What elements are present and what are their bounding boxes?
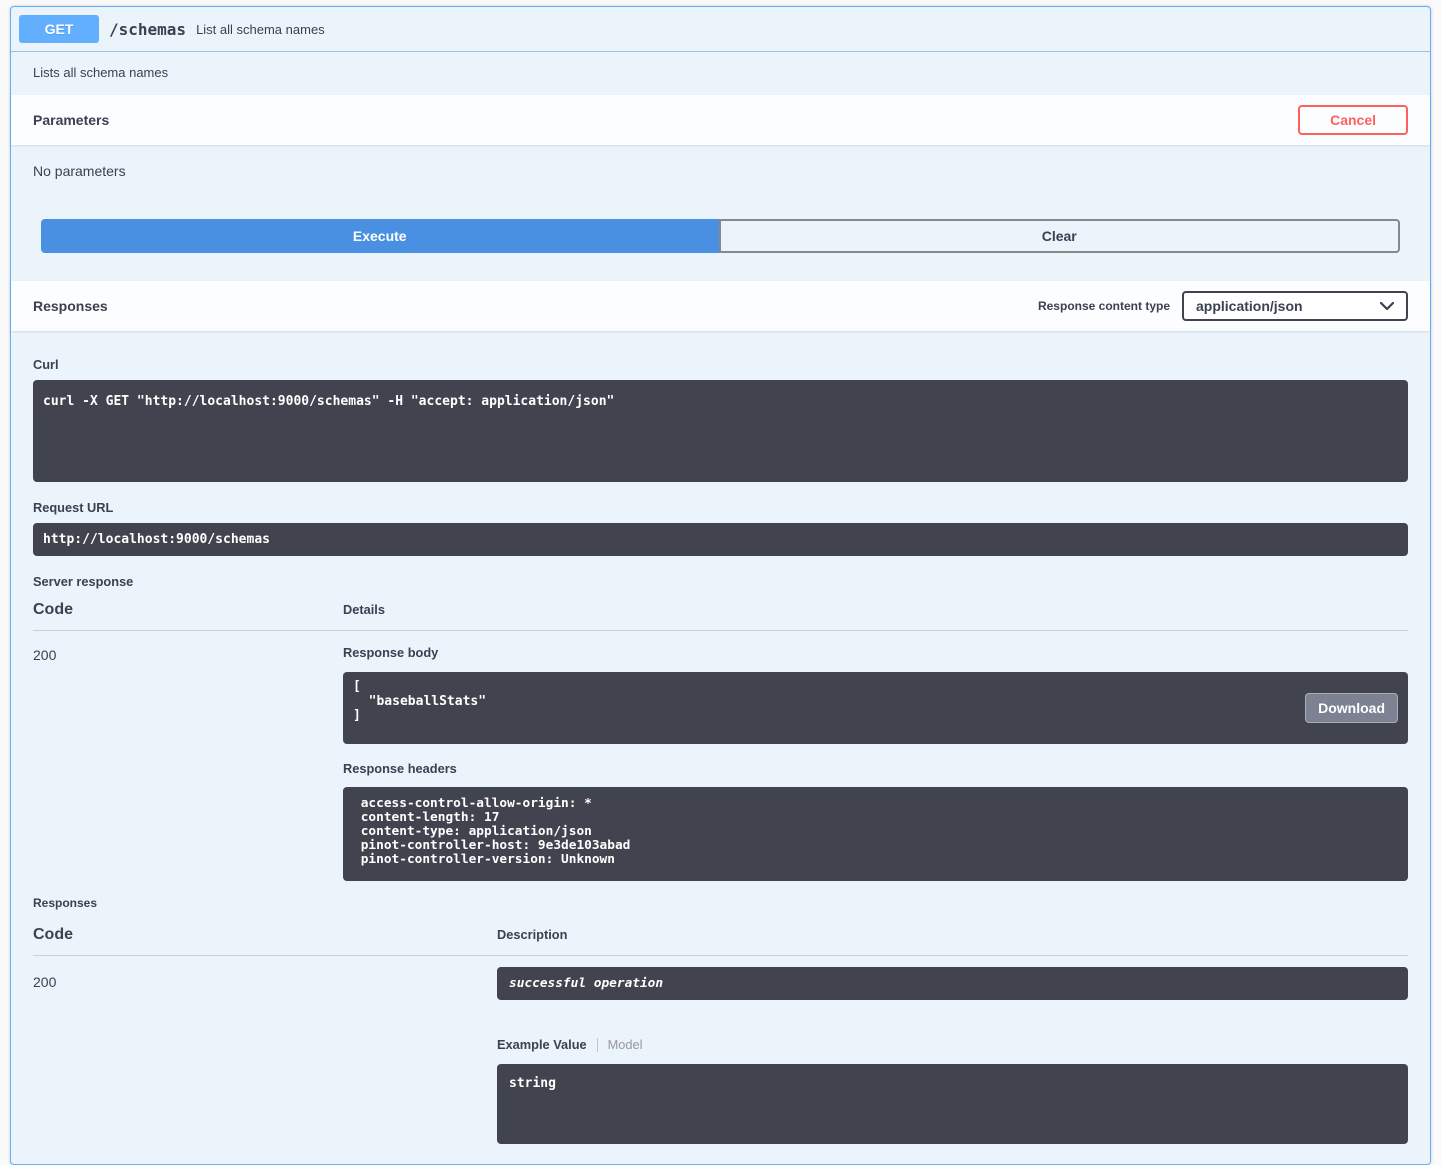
responses-section-header: Responses Response content type applicat… — [11, 281, 1430, 331]
documented-response-row: 200 successful operation Example Value M… — [33, 956, 1408, 1144]
endpoint-path: /schemas — [109, 20, 186, 39]
response-body-block: [ "baseballStats" ] Download — [343, 672, 1408, 744]
documented-response-description-cell: successful operation Example Value Model… — [497, 956, 1408, 1144]
responses-title: Responses — [33, 298, 108, 314]
parameters-title: Parameters — [33, 112, 109, 128]
response-content-type-select[interactable]: application/json — [1182, 291, 1408, 321]
response-body-text: [ "baseballStats" ] — [353, 680, 1398, 724]
description-column-header: Description — [497, 927, 567, 942]
download-button[interactable]: Download — [1305, 693, 1398, 723]
responses-body: Curl curl -X GET "http://localhost:9000/… — [11, 331, 1430, 1164]
request-url-text: http://localhost:9000/schemas — [43, 532, 1398, 547]
code-column-header: Code — [33, 601, 343, 619]
response-description-text: successful operation — [509, 976, 1396, 991]
documented-code-column-header: Code — [33, 926, 497, 944]
response-headers-label: Response headers — [343, 761, 1408, 776]
example-value-text: string — [509, 1076, 1396, 1091]
response-headers-block: access-control-allow-origin: * content-l… — [343, 787, 1408, 881]
server-response-label: Server response — [33, 574, 1408, 589]
tab-example-value[interactable]: Example Value — [497, 1037, 597, 1052]
opblock-summary[interactable]: GET /schemas List all schema names — [11, 7, 1430, 52]
endpoint-summary: List all schema names — [196, 22, 325, 37]
response-content-type-value: application/json — [1196, 298, 1303, 314]
curl-label: Curl — [33, 357, 1408, 372]
no-parameters-text: No parameters — [33, 163, 126, 179]
request-url-label: Request URL — [33, 500, 1408, 515]
documented-responses-label: Responses — [33, 896, 1408, 910]
parameters-body: No parameters — [11, 145, 1430, 219]
execute-button[interactable]: Execute — [41, 219, 719, 253]
execute-row: Execute Clear — [41, 219, 1400, 253]
documented-responses: Responses Code Description 200 successfu… — [33, 896, 1408, 1144]
documented-responses-table-header: Code Description — [33, 910, 1408, 956]
parameters-section-header: Parameters Cancel — [11, 95, 1430, 145]
response-headers-text: access-control-allow-origin: * content-l… — [353, 797, 1398, 867]
cancel-button[interactable]: Cancel — [1298, 105, 1408, 135]
chevron-down-icon — [1380, 302, 1394, 311]
response-content-type: Response content type application/json — [1038, 291, 1408, 321]
details-column-header: Details — [343, 602, 385, 617]
tab-model[interactable]: Model — [597, 1038, 643, 1052]
server-response-code: 200 — [33, 631, 343, 881]
response-content-type-label: Response content type — [1038, 299, 1170, 313]
swagger-page: GET /schemas List all schema names Lists… — [0, 0, 1441, 1129]
server-response-row: 200 Response body [ "baseballStats" ] Do… — [33, 631, 1408, 881]
clear-button[interactable]: Clear — [719, 219, 1401, 253]
documented-response-code: 200 — [33, 956, 497, 1144]
curl-command-text: curl -X GET "http://localhost:9000/schem… — [43, 394, 1398, 409]
example-value-block: string — [497, 1064, 1408, 1144]
model-example-tabs: Example Value Model — [497, 1037, 1408, 1052]
response-description-block: successful operation — [497, 967, 1408, 1000]
opblock-get-schemas: GET /schemas List all schema names Lists… — [10, 6, 1431, 1165]
curl-command-block[interactable]: curl -X GET "http://localhost:9000/schem… — [33, 380, 1408, 482]
server-response-table-header: Code Details — [33, 589, 1408, 631]
request-url-block: http://localhost:9000/schemas — [33, 523, 1408, 556]
endpoint-description: Lists all schema names — [11, 52, 1430, 95]
response-body-label: Response body — [343, 645, 1408, 660]
server-response-details: Response body [ "baseballStats" ] Downlo… — [343, 631, 1408, 881]
http-method-badge: GET — [19, 15, 99, 43]
